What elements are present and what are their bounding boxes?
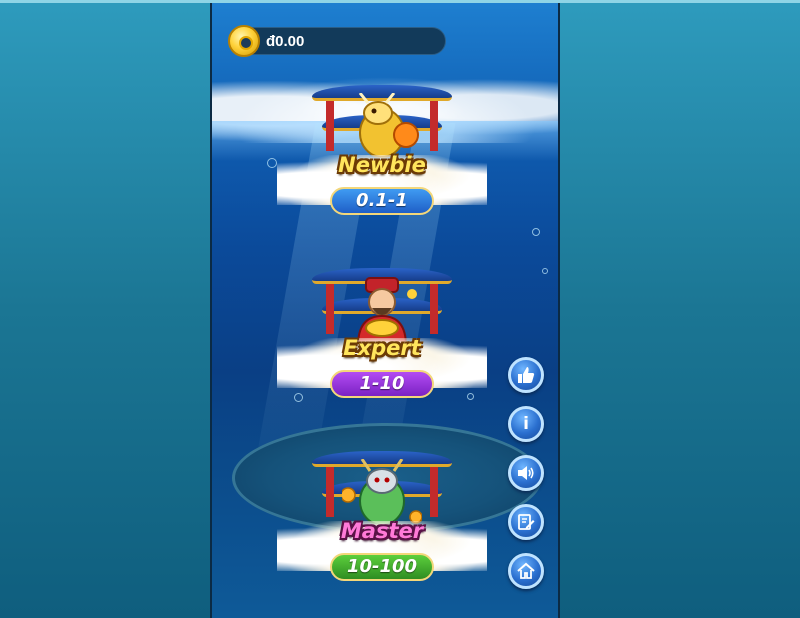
like-button[interactable]	[508, 357, 544, 393]
temple-pillar	[430, 101, 438, 151]
coin-icon	[228, 25, 260, 57]
background-left	[0, 0, 210, 618]
thumbs-up-icon	[518, 367, 535, 383]
room-range-newbie: 0.1-1	[330, 187, 434, 215]
game-viewport: đ0.00 Newbie 0.1-1 Expert 1-10 Master 10…	[210, 3, 560, 618]
balance-amount: đ0.00	[266, 33, 305, 50]
temple-pillar	[326, 284, 334, 334]
room-range-master: 10-100	[330, 553, 434, 581]
temple-pillar	[326, 101, 334, 151]
room-range-expert: 1-10	[330, 370, 434, 398]
room-expert[interactable]: Expert 1-10	[277, 258, 487, 418]
sound-button[interactable]	[508, 455, 544, 491]
room-title-master: Master	[340, 519, 424, 543]
home-button[interactable]	[508, 553, 544, 589]
background-right	[560, 0, 800, 618]
temple-pillar	[326, 467, 334, 517]
bubble	[267, 158, 277, 168]
room-title-expert: Expert	[343, 336, 421, 360]
bubble	[542, 268, 548, 274]
home-icon	[517, 562, 535, 579]
temple-pillar	[430, 284, 438, 334]
room-master[interactable]: Master 10-100	[277, 441, 487, 601]
bubble	[532, 228, 540, 236]
info-button[interactable]: i	[508, 406, 544, 442]
sound-icon	[518, 466, 534, 480]
edit-button[interactable]	[508, 504, 544, 540]
info-icon: i	[523, 414, 529, 434]
room-title-newbie: Newbie	[338, 153, 426, 177]
room-newbie[interactable]: Newbie 0.1-1	[277, 75, 487, 235]
edit-icon	[518, 514, 535, 530]
temple-pillar	[430, 467, 438, 517]
balance-bar: đ0.00	[228, 25, 446, 57]
